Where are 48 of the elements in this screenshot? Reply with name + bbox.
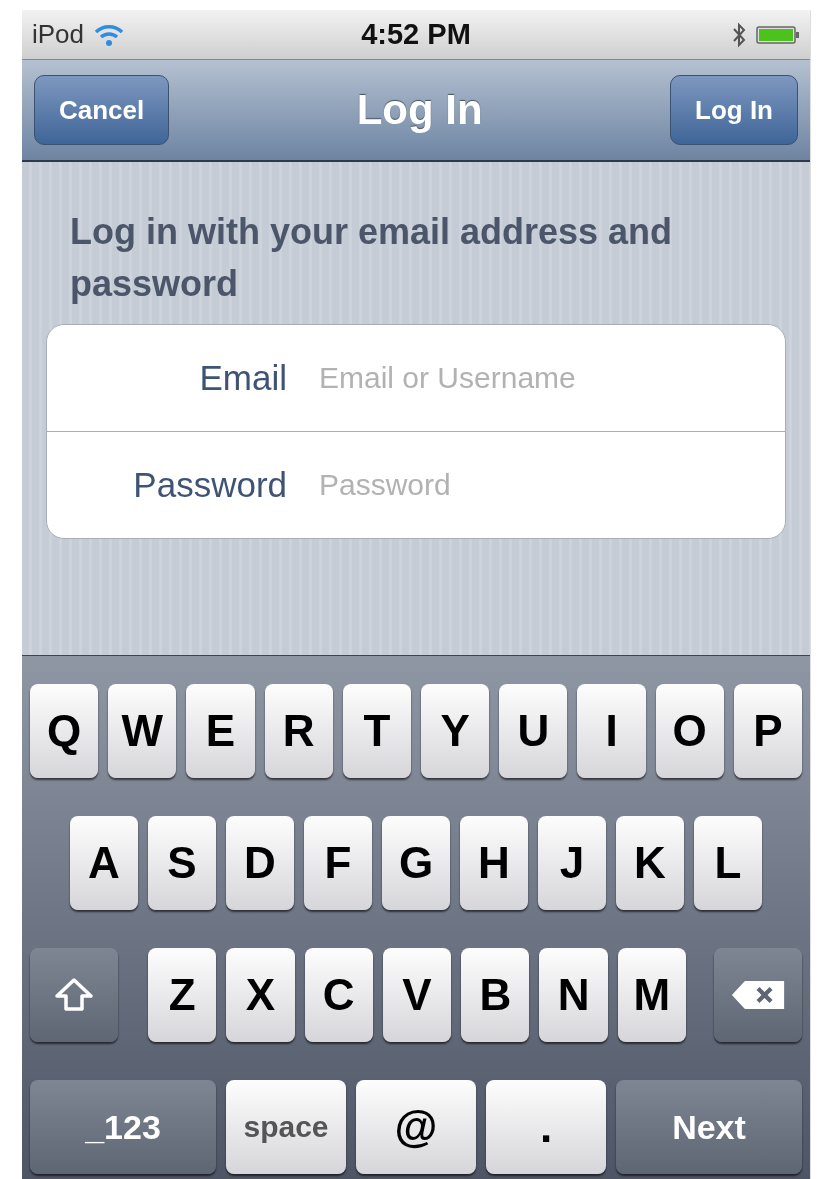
key[interactable]: D (226, 816, 294, 910)
key[interactable]: Y (421, 684, 490, 778)
key[interactable]: K (616, 816, 684, 910)
cancel-button[interactable]: Cancel (34, 75, 170, 145)
field-label: Password (132, 465, 288, 505)
delete-key[interactable] (713, 948, 802, 1042)
wifi-icon (94, 23, 125, 46)
key[interactable]: . (486, 1080, 606, 1174)
key[interactable]: V (382, 948, 452, 1042)
space-key[interactable]: space (226, 1080, 346, 1174)
key[interactable]: P (733, 684, 803, 778)
key[interactable]: F (304, 816, 372, 910)
text-field[interactable]: Email or Username (317, 347, 785, 409)
form-heading: Log in with your email address and password (70, 210, 674, 306)
key[interactable]: Q (30, 684, 99, 778)
numbers-key[interactable]: _123 (30, 1080, 216, 1174)
key[interactable]: @ (356, 1080, 476, 1174)
key[interactable]: J (538, 816, 606, 910)
key[interactable]: S (148, 816, 216, 910)
shift-key[interactable] (30, 948, 118, 1042)
key[interactable]: T (342, 684, 411, 778)
key[interactable]: N (539, 948, 608, 1042)
key[interactable]: B (461, 948, 530, 1042)
key[interactable]: C (304, 948, 373, 1042)
field-label: Email (198, 358, 288, 398)
key[interactable]: I (577, 684, 646, 778)
key[interactable]: E (186, 684, 255, 778)
text-field[interactable]: Password (317, 454, 785, 516)
login-button[interactable]: Log In (670, 75, 798, 145)
bluetooth-icon (732, 21, 746, 48)
key[interactable]: A (70, 816, 138, 910)
key[interactable]: Z (148, 948, 217, 1042)
screen-title: Log In (356, 86, 483, 134)
up-arrow-icon (54, 977, 94, 1013)
key[interactable]: X (226, 948, 295, 1042)
key[interactable]: R (264, 684, 333, 778)
key[interactable]: G (382, 816, 450, 910)
key[interactable]: O (655, 684, 724, 778)
key[interactable]: L (694, 816, 762, 910)
backspace-icon (729, 979, 786, 1011)
key[interactable]: H (460, 816, 528, 910)
key[interactable]: U (499, 684, 568, 778)
key[interactable]: M (617, 948, 686, 1042)
battery-icon (756, 24, 800, 45)
next-key[interactable]: Next (616, 1080, 802, 1174)
carrier-name: iPod (32, 19, 85, 50)
key[interactable]: W (108, 684, 177, 778)
clock-time: 4:52 PM (361, 18, 471, 51)
